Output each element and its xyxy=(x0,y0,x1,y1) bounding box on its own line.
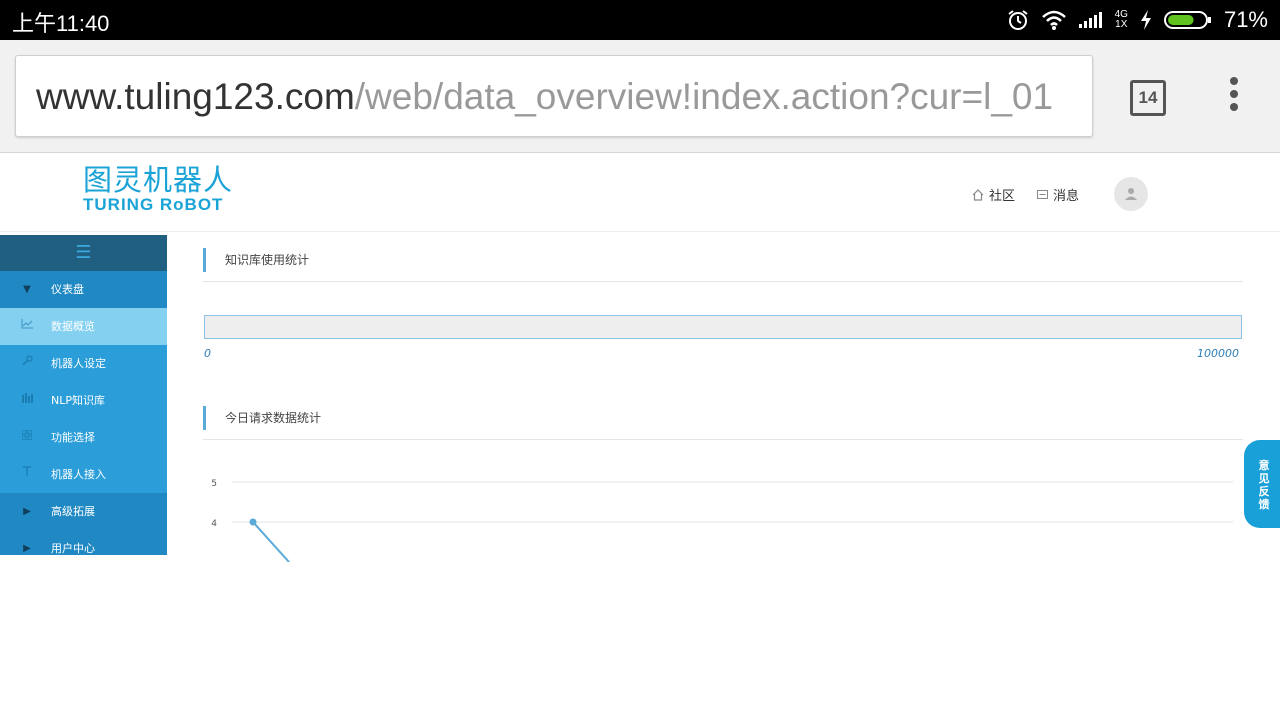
knowledge-usage-title: 知识库使用统计 xyxy=(203,248,309,272)
battery-percent: 71% xyxy=(1223,7,1268,32)
requests-stats-title: 今日请求数据统计 xyxy=(203,406,321,430)
status-bar: 上午11:40 4G 1X 71% xyxy=(0,0,1280,40)
caret-right-icon: ▶ xyxy=(23,506,31,517)
feedback-button[interactable]: 意见反馈 xyxy=(1244,440,1280,528)
url-text[interactable]: www.tuling123.com/web/data_overview!inde… xyxy=(36,76,1053,118)
address-bar[interactable]: www.tuling123.com/web/data_overview!inde… xyxy=(15,55,1093,137)
sidebar-item-robot-access[interactable]: 机器人接入 xyxy=(0,456,167,493)
sidebar-item-feature-select[interactable]: 功能选择 xyxy=(0,419,167,456)
section-divider xyxy=(203,439,1243,440)
caret-down-icon: ▼ xyxy=(23,284,31,295)
user-icon xyxy=(1125,188,1137,200)
community-link[interactable]: 社区 xyxy=(972,185,1015,204)
requests-line-chart: 54 xyxy=(211,479,1233,563)
signal-icon xyxy=(1078,12,1102,28)
knowledge-usage-progress-bar xyxy=(204,315,1242,339)
sidebar-item-label: 高级拓展 xyxy=(51,505,95,518)
progress-max-label: 100000 xyxy=(1197,347,1239,360)
data-point[interactable] xyxy=(249,518,257,526)
browser-toolbar: www.tuling123.com/web/data_overview!inde… xyxy=(0,40,1280,153)
sidebar: ☰ ▼ 仪表盘 数据概览 机器人设定 NLP知识库 功能选择 机器人接入 ▶ 高… xyxy=(0,235,167,555)
avatar[interactable] xyxy=(1114,177,1148,211)
messages-label: 消息 xyxy=(1053,189,1080,204)
sidebar-item-label: 仪表盘 xyxy=(51,283,84,296)
sidebar-item-label: 机器人接入 xyxy=(51,468,106,481)
progress-min-label: 0 xyxy=(204,347,211,360)
status-icons: 4G 1X 71% xyxy=(1007,6,1268,34)
charging-icon xyxy=(1140,10,1151,30)
messages-link[interactable]: 消息 xyxy=(1037,185,1079,204)
bars-icon xyxy=(20,382,34,419)
wifi-icon xyxy=(1041,10,1066,30)
feedback-label: 意见反馈 xyxy=(1258,459,1270,511)
section-divider xyxy=(203,281,1243,282)
sidebar-item-data-overview[interactable]: 数据概览 xyxy=(0,308,167,345)
series-line xyxy=(252,521,290,563)
url-host: www.tuling123.com xyxy=(36,76,355,117)
sidebar-item-label: 数据概览 xyxy=(51,320,95,333)
sidebar-item-label: 功能选择 xyxy=(51,431,95,444)
url-path: /web/data_overview!index.action?cur=l_01 xyxy=(354,76,1054,117)
overflow-menu-icon[interactable] xyxy=(1222,77,1246,113)
community-label: 社区 xyxy=(989,189,1016,204)
y-tick-label: 4 xyxy=(211,519,217,529)
grid-icon xyxy=(20,419,34,456)
battery-icon xyxy=(1163,11,1211,29)
sidebar-item-robot-settings[interactable]: 机器人设定 xyxy=(0,345,167,382)
requests-chart: 54 xyxy=(200,462,1245,563)
message-icon xyxy=(1037,190,1048,199)
turing-robot-logo[interactable]: 图灵机器人 TURING RoBOT xyxy=(83,165,233,215)
sidebar-item-nlp-knowledge[interactable]: NLP知识库 xyxy=(0,382,167,419)
status-time: 上午11:40 xyxy=(12,11,110,36)
alarm-icon xyxy=(1008,10,1028,30)
wrench-icon xyxy=(20,345,34,382)
chart-icon xyxy=(20,308,34,345)
sidebar-item-label: NLP知识库 xyxy=(51,394,105,407)
caret-right-icon: ▶ xyxy=(23,543,31,554)
logo-text-en: TURING RoBOT xyxy=(83,195,224,214)
logo-text-cn: 图灵机器人 xyxy=(83,163,234,197)
sidebar-item-label: 用户中心 xyxy=(51,542,95,555)
network-type: 4G 1X xyxy=(1114,9,1128,30)
y-tick-label: 5 xyxy=(211,479,217,489)
sidebar-item-dashboard[interactable]: ▼ 仪表盘 xyxy=(0,271,167,308)
plug-icon xyxy=(20,456,34,493)
home-icon xyxy=(972,188,984,201)
hamburger-icon[interactable]: ☰ xyxy=(0,235,167,271)
sidebar-item-user-center[interactable]: ▶ 用户中心 xyxy=(0,530,167,555)
sidebar-item-label: 机器人设定 xyxy=(51,357,106,370)
sidebar-item-advanced[interactable]: ▶ 高级拓展 xyxy=(0,493,167,530)
site-header: 图灵机器人 TURING RoBOT 社区 消息 xyxy=(0,153,1280,232)
tab-count-button[interactable]: 14 xyxy=(1130,80,1166,116)
